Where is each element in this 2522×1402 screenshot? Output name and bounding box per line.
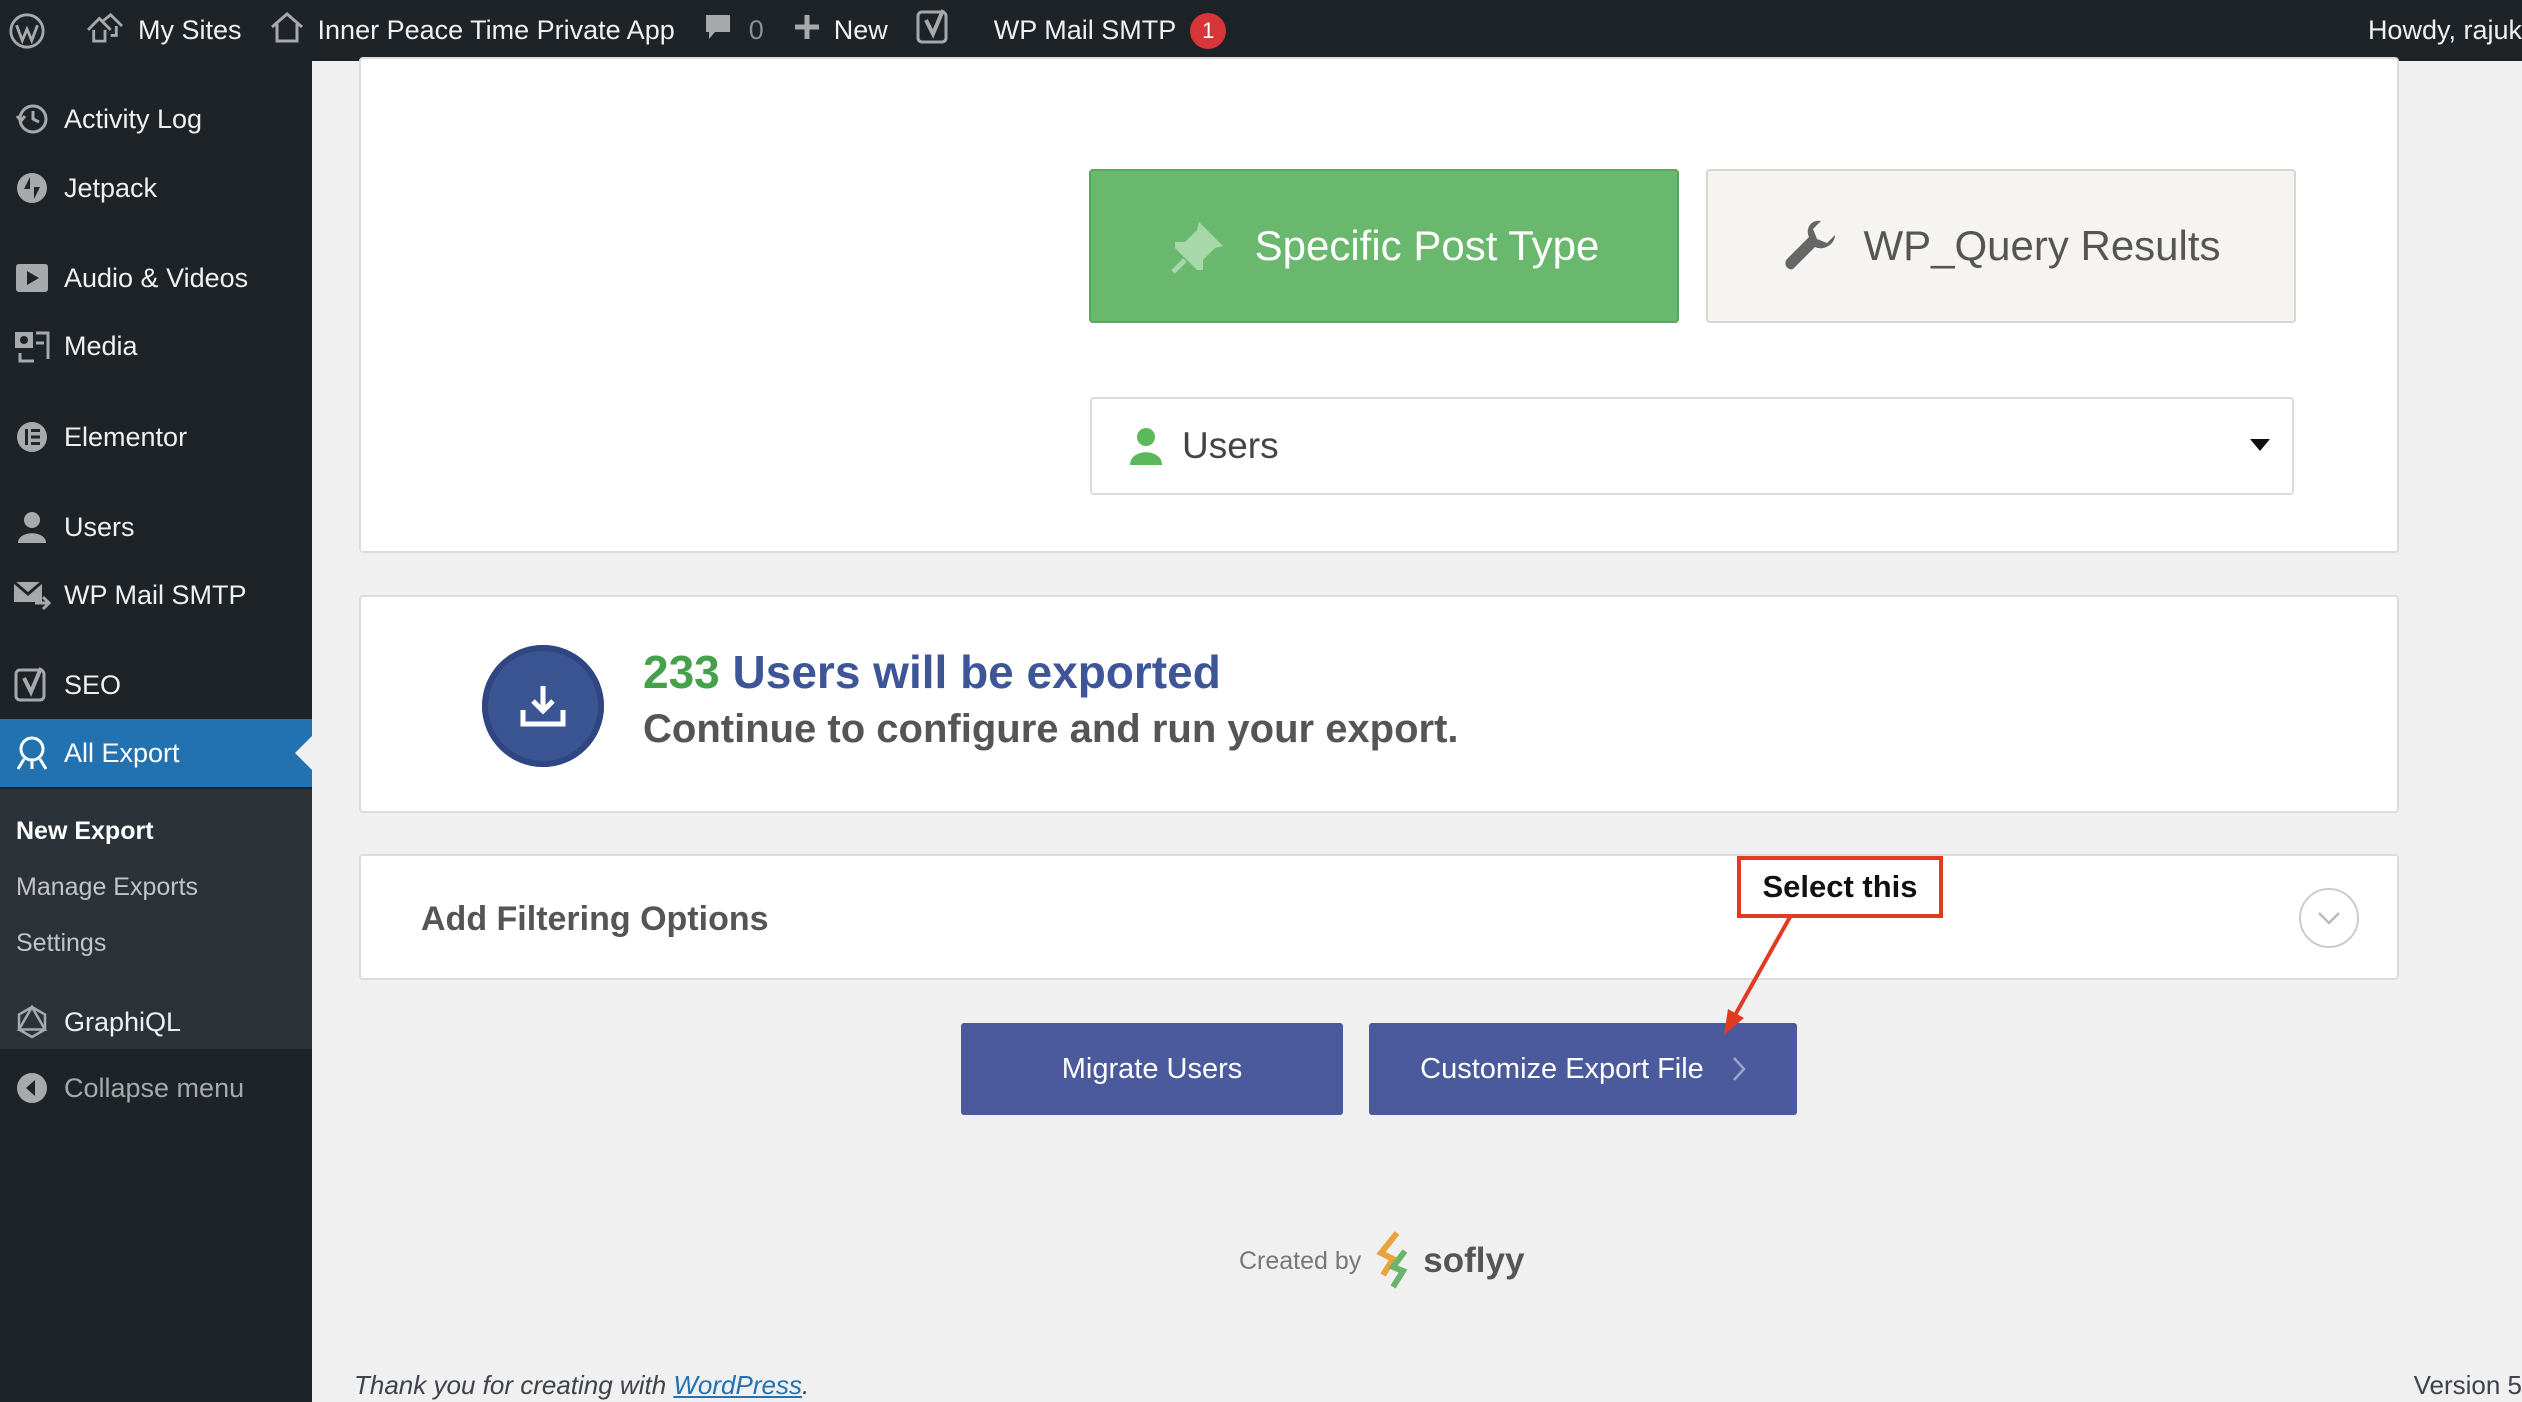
collapse-icon (0, 1072, 64, 1104)
sidebar-item-media[interactable]: Media (0, 312, 312, 380)
user-icon (0, 510, 64, 544)
admin-sidebar: Activity Log Jetpack Audio & Videos Medi… (0, 61, 312, 1402)
sidebar-item-label: WP Mail SMTP (64, 579, 247, 610)
comments-menu[interactable]: 0 (689, 0, 778, 61)
export-type-panel: Specific Post Type WP_Query Results User… (359, 57, 2399, 553)
footer-version: Version 5 (2413, 1370, 2522, 1400)
export-headline: 233 Users will be exported (643, 645, 1221, 699)
comment-icon (703, 12, 733, 49)
specific-post-type-button[interactable]: Specific Post Type (1089, 169, 1679, 323)
footer-thank-you: Thank you for creating with (354, 1370, 674, 1400)
sidebar-item-jetpack[interactable]: Jetpack (0, 154, 312, 222)
export-summary-panel: 233 Users will be exported Continue to c… (359, 595, 2399, 813)
elementor-icon (0, 420, 64, 454)
pin-icon (1169, 216, 1229, 276)
post-type-select[interactable]: Users (1090, 397, 2294, 495)
wp-mail-smtp-menu[interactable]: WP Mail SMTP 1 (966, 0, 1241, 61)
sidebar-item-label: Jetpack (64, 172, 158, 203)
plus-icon (792, 12, 822, 49)
migrate-users-label: Migrate Users (1061, 1052, 1243, 1085)
wordpress-logo-icon[interactable] (0, 0, 60, 61)
media-icon (0, 329, 64, 363)
callout-arrow-icon (1724, 917, 1792, 1035)
sidebar-item-wp-mail-smtp[interactable]: WP Mail SMTP (0, 561, 312, 629)
created-by-credit: Created by soflyy (1239, 1231, 1524, 1291)
soflyy-brand: soflyy (1423, 1241, 1525, 1280)
yoast-icon (916, 8, 952, 53)
sidebar-item-all-export[interactable]: All Export (0, 719, 312, 787)
submenu-settings[interactable]: Settings (16, 929, 106, 958)
comments-count: 0 (748, 15, 764, 45)
clock-icon (0, 102, 64, 136)
sidebar-item-seo[interactable]: SEO (0, 651, 312, 719)
video-icon (0, 263, 64, 293)
main-content: Specific Post Type WP_Query Results User… (312, 57, 2522, 1402)
my-sites-menu[interactable]: My Sites (60, 0, 256, 61)
filtering-options-title: Add Filtering Options (421, 900, 769, 938)
yoast-icon (0, 666, 64, 704)
export-subtitle: Continue to configure and run your expor… (643, 707, 1459, 751)
select-this-callout: Select this (1737, 856, 1943, 918)
wordpress-link[interactable]: WordPress (673, 1370, 802, 1400)
wp-query-results-label: WP_Query Results (1863, 222, 2221, 269)
howdy-label: Howdy, rajuk (2367, 15, 2522, 45)
user-icon (1128, 426, 1164, 466)
new-content-menu[interactable]: New (778, 0, 902, 61)
account-menu[interactable]: Howdy, rajuk (2354, 0, 2522, 61)
wp-query-results-button[interactable]: WP_Query Results (1706, 169, 2296, 323)
wrench-icon (1781, 217, 1839, 275)
export-icon (0, 735, 64, 771)
migrate-users-button[interactable]: Migrate Users (961, 1023, 1343, 1115)
my-sites-icon (86, 11, 124, 50)
chevron-down-icon (2250, 439, 2270, 451)
jetpack-icon (0, 171, 64, 205)
sidebar-item-label: Users (64, 511, 135, 542)
sidebar-item-users[interactable]: Users (0, 493, 312, 561)
created-by-label: Created by (1239, 1246, 1362, 1275)
wp-mail-smtp-label: WP Mail SMTP (993, 15, 1177, 45)
customize-export-file-label: Customize Export File (1420, 1052, 1704, 1085)
mail-icon (0, 579, 64, 611)
sidebar-item-label: GraphiQL (64, 1006, 182, 1037)
collapse-menu-button[interactable]: Collapse menu (0, 1054, 312, 1122)
sidebar-item-graphiql[interactable]: GraphiQL (0, 988, 312, 1056)
admin-bar: My Sites Inner Peace Time Private App 0 … (0, 0, 2522, 61)
sidebar-item-activity-log[interactable]: Activity Log (0, 85, 312, 153)
sidebar-item-elementor[interactable]: Elementor (0, 403, 312, 471)
submenu-manage-exports[interactable]: Manage Exports (16, 873, 198, 902)
download-icon (482, 645, 604, 767)
sidebar-item-label: Audio & Videos (64, 262, 249, 293)
export-count: 233 (643, 646, 720, 698)
sidebar-item-label: Collapse menu (64, 1072, 245, 1103)
notification-badge: 1 (1190, 12, 1227, 49)
footer-period: . (801, 1370, 810, 1400)
site-name-label: Inner Peace Time Private App (317, 15, 675, 45)
site-name-menu[interactable]: Inner Peace Time Private App (256, 0, 689, 61)
sidebar-item-label: All Export (64, 737, 180, 768)
selected-post-type: Users (1182, 425, 1279, 466)
sidebar-item-label: Activity Log (64, 103, 203, 134)
sidebar-item-label: Elementor (64, 421, 188, 452)
graphql-icon (0, 1004, 64, 1040)
sidebar-item-audio-videos[interactable]: Audio & Videos (0, 244, 312, 312)
new-label: New (833, 15, 888, 45)
filtering-options-panel[interactable]: Add Filtering Options (359, 854, 2399, 980)
expand-chevron-icon[interactable] (2299, 888, 2359, 948)
yoast-menu[interactable] (902, 0, 966, 61)
export-headline-text: Users will be exported (732, 646, 1221, 698)
sidebar-item-label: SEO (64, 669, 122, 700)
soflyy-logo-icon (1375, 1231, 1415, 1291)
home-icon (270, 11, 304, 50)
specific-post-type-label: Specific Post Type (1254, 222, 1600, 269)
sidebar-item-label: Media (64, 330, 138, 361)
submenu-new-export[interactable]: New Export (16, 817, 154, 846)
footer-credit: Thank you for creating with WordPress. (354, 1370, 809, 1401)
my-sites-label: My Sites (138, 15, 242, 45)
